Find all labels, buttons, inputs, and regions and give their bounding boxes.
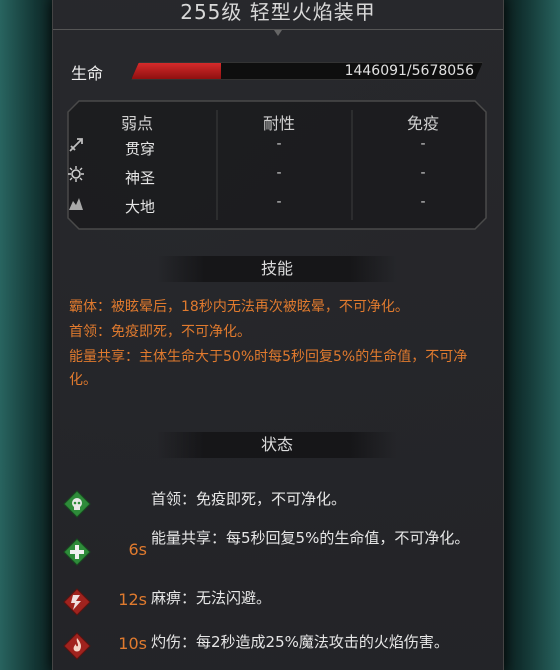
status-heading: 状态 xyxy=(157,432,397,458)
status-duration: 10s xyxy=(118,634,147,653)
pierce-icon xyxy=(69,138,83,152)
burn-icon xyxy=(63,632,91,660)
hp-label: 生命 xyxy=(71,64,104,83)
res-row: 神圣 - - xyxy=(67,165,487,191)
status-text: 灼伤：每2秒造成25%魔法攻击的火焰伤害。 xyxy=(151,633,449,651)
res-name: 贯穿 xyxy=(125,140,156,158)
hp-bar: 1446091/5678056 xyxy=(131,62,483,80)
holy-icon xyxy=(68,166,84,182)
res-header-immune: 免疫 xyxy=(406,114,439,133)
res-immune-value: - xyxy=(420,165,426,181)
status-row: 6s 能量共享：每5秒回复5%的生命值，不可净化。 xyxy=(63,529,493,574)
res-tough-value: - xyxy=(276,165,282,181)
status-duration: 6s xyxy=(128,540,147,559)
background-left xyxy=(0,0,60,670)
title-ornament-icon xyxy=(274,30,282,36)
res-header-tough: 耐性 xyxy=(262,114,295,133)
skills-list: 霸体：被眩晕后，18秒内无法再次被眩晕，不可净化。 首领：免疫即死，不可净化。 … xyxy=(69,296,489,394)
earth-icon xyxy=(69,198,83,210)
res-name: 神圣 xyxy=(125,169,156,187)
res-row: 大地 - - xyxy=(67,194,487,220)
skill-item: 霸体：被眩晕后，18秒内无法再次被眩晕，不可净化。 xyxy=(69,299,409,315)
paralysis-icon xyxy=(63,588,91,616)
hp-value: 1446091/5678056 xyxy=(344,63,474,79)
res-immune-value: - xyxy=(420,194,426,210)
status-text: 能量共享：每5秒回复5%的生命值，不可净化。 xyxy=(151,529,470,547)
skill-item: 能量共享：主体生命大于50%时每5秒回复5%的生命值，不可净化。 xyxy=(69,349,468,388)
hp-bar-fill xyxy=(132,63,221,79)
res-immune-value: - xyxy=(420,136,426,152)
background-right xyxy=(500,0,560,670)
monster-info-panel: 255级 轻型火焰装甲 生命 1446091/5678056 弱点 耐性 免疫 … xyxy=(52,0,504,670)
res-tough-value: - xyxy=(276,194,282,210)
status-row: 首领：免疫即死，不可净化。 xyxy=(63,486,493,526)
resistance-table: 弱点 耐性 免疫 贯穿 - - 神圣 - - 大地 - - xyxy=(67,100,487,230)
hp-row: 生命 1446091/5678056 xyxy=(71,58,491,83)
res-row: 贯穿 - - xyxy=(67,136,487,162)
status-text: 麻痹：无法闪避。 xyxy=(151,589,272,607)
status-duration: 12s xyxy=(118,590,147,609)
skills-heading: 技能 xyxy=(157,256,397,282)
status-text: 首领：免疫即死，不可净化。 xyxy=(151,490,347,508)
status-row: 12s 麻痹：无法闪避。 xyxy=(63,584,493,624)
monster-title: 255级 轻型火焰装甲 xyxy=(180,0,376,24)
res-header-weak: 弱点 xyxy=(120,114,153,133)
heal-plus-icon xyxy=(63,538,91,566)
skill-item: 首领：免疫即死，不可净化。 xyxy=(69,324,251,340)
res-name: 大地 xyxy=(125,198,156,216)
status-row: 10s 灼伤：每2秒造成25%魔法攻击的火焰伤害。 xyxy=(63,628,493,668)
res-tough-value: - xyxy=(276,136,282,152)
boss-skull-icon xyxy=(63,490,91,518)
